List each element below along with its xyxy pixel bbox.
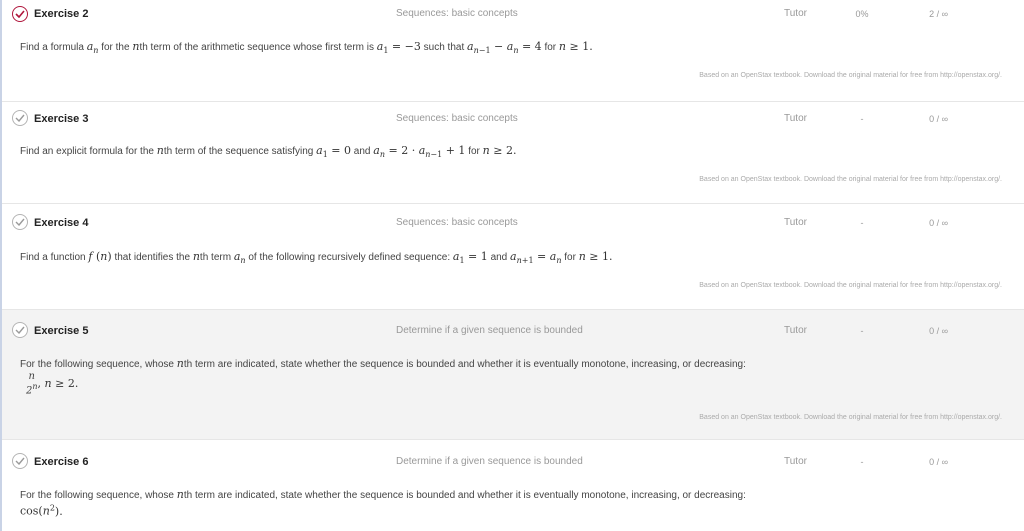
check-circle-icon: [12, 214, 28, 230]
exercise-title[interactable]: Exercise 2: [34, 8, 88, 20]
exercise-mode: Tutor: [784, 113, 807, 124]
exercise-attempts: 2 / ∞: [929, 9, 948, 19]
exercise-title[interactable]: Exercise 6: [34, 456, 88, 468]
exercise-header: Exercise 2 Sequences: basic concepts Tut…: [2, 6, 1024, 26]
attribution-text: Based on an OpenStax textbook. Download …: [699, 72, 1002, 79]
exercise-prompt: Find a formula an for the nth term of th…: [20, 40, 593, 56]
exercise-attempts: 0 / ∞: [929, 326, 948, 336]
exercise-score: -: [860, 326, 864, 336]
exercise-prompt: Find a function f (n) that identifies th…: [20, 250, 613, 266]
exercise-prompt: Find an explicit formula for the nth ter…: [20, 144, 517, 160]
check-circle-icon: [12, 110, 28, 126]
exercise-score: 0%: [855, 9, 869, 19]
exercise-topic: Determine if a given sequence is bounded: [396, 456, 583, 467]
exercise-topic: Sequences: basic concepts: [396, 113, 518, 124]
exercise-title[interactable]: Exercise 3: [34, 113, 88, 125]
attribution-text: Based on an OpenStax textbook. Download …: [699, 176, 1002, 183]
attribution-text: Based on an OpenStax textbook. Download …: [699, 282, 1002, 289]
sequence-formula: cos(n2).: [20, 503, 63, 518]
exercise-mode: Tutor: [784, 8, 807, 19]
exercise-topic: Sequences: basic concepts: [396, 217, 518, 228]
exercise-header: Exercise 6 Determine if a given sequence…: [2, 453, 1024, 473]
exercise-card-2[interactable]: Exercise 2 Sequences: basic concepts Tut…: [2, 0, 1024, 102]
sequence-formula: n 2n, n ≥ 2.: [26, 371, 79, 397]
exercise-topic: Sequences: basic concepts: [396, 8, 518, 19]
exercise-topic: Determine if a given sequence is bounded: [396, 325, 583, 336]
exercise-mode: Tutor: [784, 456, 807, 467]
exercise-score: -: [860, 114, 864, 124]
check-circle-icon: [12, 6, 28, 22]
exercise-attempts: 0 / ∞: [929, 218, 948, 228]
check-circle-icon: [12, 453, 28, 469]
exercise-attempts: 0 / ∞: [929, 457, 948, 467]
attribution-text: Based on an OpenStax textbook. Download …: [699, 414, 1002, 421]
exercise-header: Exercise 3 Sequences: basic concepts Tut…: [2, 110, 1024, 130]
exercise-header: Exercise 4 Sequences: basic concepts Tut…: [2, 214, 1024, 234]
exercise-mode: Tutor: [784, 217, 807, 228]
exercise-score: -: [860, 218, 864, 228]
exercise-title[interactable]: Exercise 5: [34, 325, 88, 337]
exercise-mode: Tutor: [784, 325, 807, 336]
exercise-title[interactable]: Exercise 4: [34, 217, 88, 229]
check-circle-icon: [12, 322, 28, 338]
exercise-card-4[interactable]: Exercise 4 Sequences: basic concepts Tut…: [2, 204, 1024, 310]
exercise-header: Exercise 5 Determine if a given sequence…: [2, 322, 1024, 342]
exercise-score: -: [860, 457, 864, 467]
exercise-card-3[interactable]: Exercise 3 Sequences: basic concepts Tut…: [2, 102, 1024, 204]
exercise-prompt: For the following sequence, whose nth te…: [20, 488, 746, 501]
exercise-attempts: 0 / ∞: [929, 114, 948, 124]
exercise-prompt: For the following sequence, whose nth te…: [20, 357, 746, 370]
exercise-card-6[interactable]: Exercise 6 Determine if a given sequence…: [2, 440, 1024, 531]
exercise-card-5[interactable]: Exercise 5 Determine if a given sequence…: [2, 310, 1024, 440]
